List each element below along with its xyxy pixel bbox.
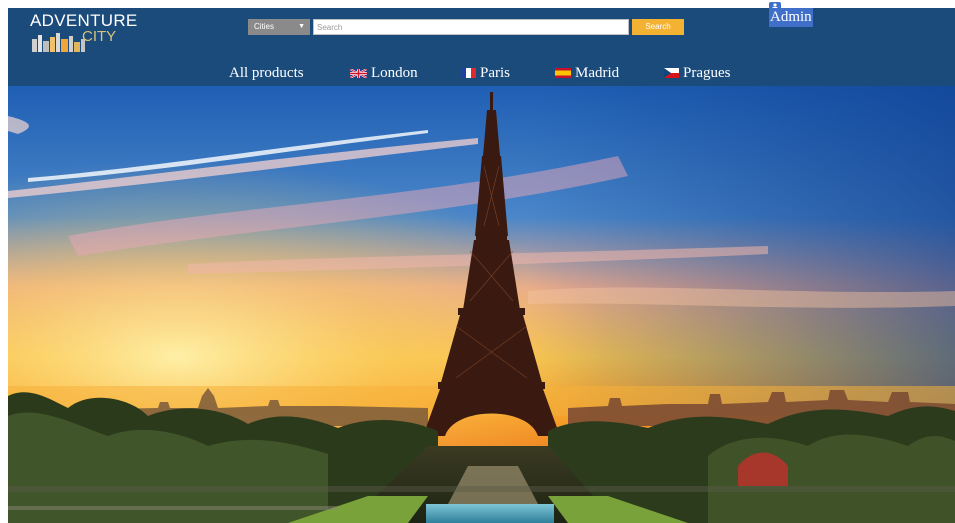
city-nav: All products London Paris Madrid Pragues: [8, 63, 955, 83]
nav-item-label: Pragues: [683, 65, 731, 81]
nav-item-label: London: [371, 65, 418, 81]
nav-item-pragues[interactable]: Pragues: [664, 63, 731, 83]
france-flag-icon: [461, 68, 476, 78]
uk-flag-icon: [350, 69, 367, 78]
header-bar: ADVENTURE CITY Cities ▼ Search Search Ad…: [8, 2, 955, 86]
nav-item-paris[interactable]: Paris: [461, 63, 510, 83]
chevron-down-icon: ▼: [298, 23, 305, 30]
logo-text-city: CITY: [82, 28, 117, 45]
city-select[interactable]: Cities ▼: [248, 19, 310, 35]
admin-area: Admin: [769, 2, 817, 32]
nav-item-label: Paris: [480, 65, 510, 81]
eiffel-tower-sunset-image: [8, 86, 955, 523]
nav-item-madrid[interactable]: Madrid: [555, 63, 619, 83]
search-input[interactable]: [313, 19, 629, 35]
site-logo[interactable]: ADVENTURE CITY: [30, 12, 140, 56]
page: ADVENTURE CITY Cities ▼ Search Search Ad…: [0, 0, 955, 523]
spain-flag-icon: [555, 68, 571, 78]
city-select-value: Cities: [254, 22, 275, 31]
nav-item-all-products[interactable]: All products: [229, 63, 304, 83]
nav-item-label: All products: [229, 65, 304, 81]
nav-item-label: Madrid: [575, 65, 620, 81]
logo-skyline-icon: [32, 33, 85, 52]
nav-item-london[interactable]: London: [350, 63, 418, 83]
hero-banner: [8, 86, 955, 523]
search-button[interactable]: Search: [632, 19, 684, 35]
admin-link[interactable]: Admin: [769, 8, 813, 27]
czech-flag-icon: [664, 68, 679, 78]
